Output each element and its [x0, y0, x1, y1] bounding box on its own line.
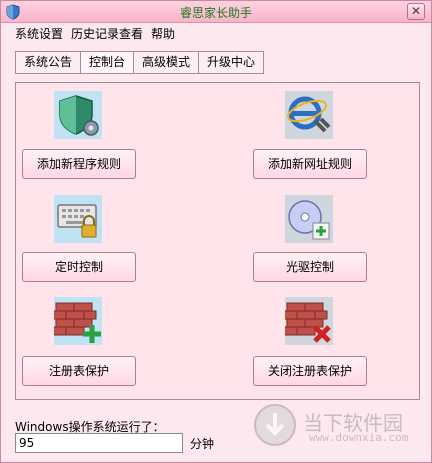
cd-drive-control-button[interactable]: 光驱控制: [253, 252, 367, 282]
add-url-rule-button[interactable]: 添加新网址规则: [253, 149, 367, 179]
tab-upgrade-center[interactable]: 升级中心: [198, 51, 265, 74]
download-arrow-icon: [254, 404, 296, 446]
keyboard-lock-icon: [54, 195, 102, 243]
watermark-subtitle: www.downxia.com: [309, 431, 409, 444]
menu-system-settings[interactable]: 系统设置: [15, 25, 63, 43]
tab-system-notice[interactable]: 系统公告: [15, 51, 81, 74]
firewall-remove-icon: [285, 297, 333, 345]
title-bar[interactable]: 睿思家长助手 ✕: [1, 1, 431, 23]
firewall-add-icon: [54, 297, 102, 345]
menu-history-view[interactable]: 历史记录查看: [71, 25, 143, 43]
ie-wrench-icon: [285, 91, 333, 139]
app-window: 睿思家长助手 ✕ 系统设置 历史记录查看 帮助 系统公告 控制台 高级模式 升级…: [0, 0, 432, 463]
window-title: 睿思家长助手: [179, 6, 252, 20]
cd-drive-icon: [285, 195, 333, 243]
menu-help[interactable]: 帮助: [151, 25, 175, 43]
shield-gear-icon: [54, 91, 102, 139]
add-program-rule-button[interactable]: 添加新程序规则: [22, 149, 136, 179]
tab-advanced-mode[interactable]: 高级模式: [133, 51, 199, 74]
uptime-field[interactable]: [15, 433, 183, 453]
menu-bar: 系统设置 历史记录查看 帮助: [15, 25, 175, 43]
tab-console[interactable]: 控制台: [80, 51, 134, 74]
close-button[interactable]: ✕: [407, 3, 425, 20]
registry-protect-button[interactable]: 注册表保护: [22, 356, 136, 386]
disable-registry-protect-button[interactable]: 关闭注册表保护: [253, 356, 367, 386]
timer-control-button[interactable]: 定时控制: [22, 252, 136, 282]
watermark: 当下软件园 www.downxia.com: [251, 401, 421, 451]
uptime-unit: 分钟: [190, 437, 215, 451]
tab-strip: 系统公告 控制台 高级模式 升级中心: [15, 51, 265, 74]
console-panel: 添加新程序规则 添加新网址规则 定时控制 光驱控制 注册表保护 关闭注册表保护: [15, 82, 420, 400]
